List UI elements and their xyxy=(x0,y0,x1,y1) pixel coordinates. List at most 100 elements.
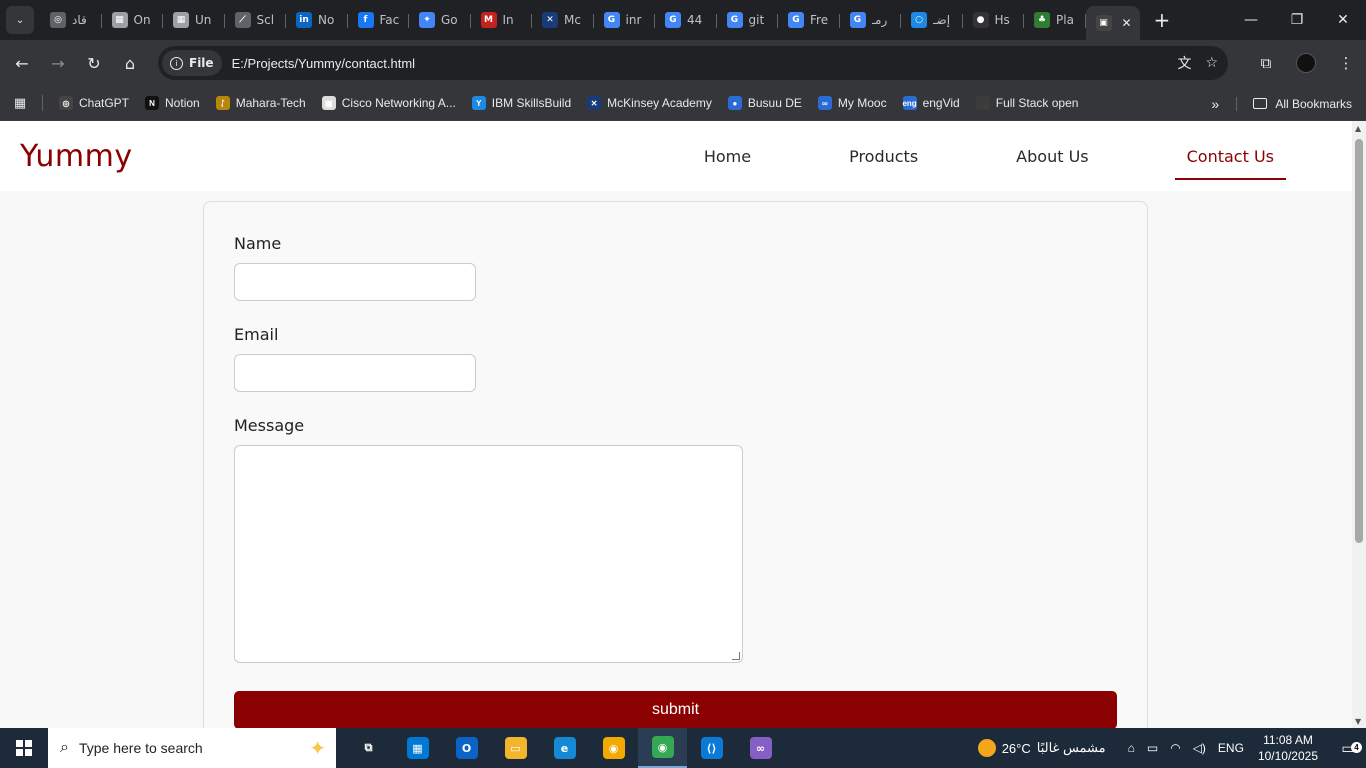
all-bookmarks-button[interactable]: All Bookmarks xyxy=(1236,96,1366,111)
translate-icon[interactable]: 文 xyxy=(1177,53,1191,73)
reload-button[interactable]: ↻ xyxy=(76,45,112,81)
tab-item[interactable]: ● Hs xyxy=(963,4,1025,36)
taskbar-app-vscode[interactable]: ⟨⟩ xyxy=(687,728,736,768)
forward-button[interactable]: → xyxy=(40,45,76,81)
notification-center-button[interactable]: ▭ 4 xyxy=(1330,740,1366,757)
start-button[interactable] xyxy=(0,728,48,768)
taskbar-app-chrome[interactable]: ◉ xyxy=(638,728,687,768)
copilot-sparkle-icon[interactable]: ✦ xyxy=(309,736,326,761)
bookmark-item[interactable]: ◎ ChatGPT xyxy=(51,96,137,110)
home-button[interactable]: ⌂ xyxy=(112,45,148,81)
clock[interactable]: 11:08 AM 10/10/2025 xyxy=(1258,732,1318,764)
close-window-button[interactable]: ✕ xyxy=(1320,0,1366,40)
minimize-button[interactable]: — xyxy=(1228,0,1274,40)
clock-date: 10/10/2025 xyxy=(1257,749,1318,763)
bookmark-item[interactable]: ✕ McKinsey Academy xyxy=(579,96,720,110)
site-info-chip[interactable]: i File xyxy=(162,50,222,76)
tab-item[interactable]: in No xyxy=(286,4,348,36)
taskbar-app-microsoft-store[interactable]: ▦ xyxy=(393,728,442,768)
email-input[interactable] xyxy=(234,354,476,392)
tab-item[interactable]: G رمـ xyxy=(840,4,902,36)
browser-menu-icon[interactable]: ⋮ xyxy=(1326,54,1366,72)
resize-grip-icon[interactable] xyxy=(732,652,740,660)
page-scrollbar[interactable]: ▲ ▼ xyxy=(1352,121,1366,728)
tab-item[interactable]: ⟋ Scl xyxy=(225,4,287,36)
apps-grid-icon[interactable]: ▦ xyxy=(0,96,40,111)
tab-search-button[interactable]: ⌄ xyxy=(6,6,34,34)
close-tab-icon[interactable]: ✕ xyxy=(1122,16,1132,30)
tab-item[interactable]: Ginr xyxy=(594,4,656,36)
taskbar-apps: ⧉ ▦ O ▭ e ◉ ◉ ⟨⟩ ∞ xyxy=(344,728,785,768)
bookmark-item[interactable]: N Notion xyxy=(137,96,208,110)
scroll-down-icon[interactable]: ▼ xyxy=(1355,717,1361,726)
tab-item[interactable]: ▦ On xyxy=(102,4,164,36)
maximize-button[interactable]: ❐ xyxy=(1274,0,1320,40)
taskbar-app-edge[interactable]: e xyxy=(540,728,589,768)
profile-avatar[interactable] xyxy=(1296,53,1316,73)
tab-item[interactable]: Ggit xyxy=(717,4,779,36)
bookmark-item[interactable]: ᛇ Mahara-Tech xyxy=(208,96,314,110)
nav-link-contact-us[interactable]: Contact Us xyxy=(1174,139,1287,180)
tab-item[interactable]: ○ إضـ xyxy=(901,4,963,36)
extensions-icon[interactable]: ⧉ xyxy=(1246,54,1286,72)
bookmark-item[interactable]: ∞ My Mooc xyxy=(810,96,895,110)
tab-favicon-icon: G xyxy=(603,12,620,28)
bookmark-item[interactable]: ▦ Cisco Networking A... xyxy=(314,96,464,110)
tab-favicon-icon: f xyxy=(357,12,374,28)
weather-widget[interactable]: 26°C مشمس غالبًا xyxy=(977,739,1106,757)
toolbar-right: ⧉ ⋮ xyxy=(1246,40,1366,86)
new-tab-button[interactable]: + xyxy=(1154,8,1171,32)
volume-icon[interactable]: ◁) xyxy=(1193,741,1206,755)
bookmark-item[interactable]: eng engVid xyxy=(895,96,968,110)
bookmark-item[interactable]: ● Busuu DE xyxy=(720,96,810,110)
taskbar-app-task-view[interactable]: ⧉ xyxy=(344,728,393,768)
tab-item[interactable]: ✕ Mc xyxy=(532,4,594,36)
url-text[interactable]: E:/Projects/Yummy/contact.html xyxy=(232,56,416,71)
bookmark-label: ChatGPT xyxy=(79,96,130,110)
nav-link-about-us[interactable]: About Us xyxy=(1004,139,1100,174)
vscode-icon: ⟨⟩ xyxy=(700,737,723,759)
tab-label: inr xyxy=(625,13,642,27)
tab-favicon-icon: G xyxy=(849,12,866,28)
taskbar-app-visual-studio[interactable]: ∞ xyxy=(736,728,785,768)
bookmark-item[interactable]: Y IBM SkillsBuild xyxy=(464,96,579,110)
taskbar-app-chrome-canary[interactable]: ◉ xyxy=(589,728,638,768)
tab-item[interactable]: ◎ قاد xyxy=(40,4,102,36)
tab-item[interactable]: M In xyxy=(471,4,533,36)
site-logo[interactable]: Yummy xyxy=(20,139,133,174)
bookmark-star-icon[interactable]: ☆ xyxy=(1205,55,1218,71)
tab-label: Fac xyxy=(379,13,400,27)
tab-favicon-icon: ⟋ xyxy=(234,12,251,28)
scrollbar-thumb[interactable] xyxy=(1355,139,1363,543)
tab-label: No xyxy=(318,13,335,27)
nav-link-products[interactable]: Products xyxy=(837,139,930,174)
all-bookmarks-label: All Bookmarks xyxy=(1275,96,1352,111)
message-textarea[interactable] xyxy=(234,445,743,663)
language-indicator[interactable]: ENG xyxy=(1218,741,1244,755)
address-bar[interactable]: i File E:/Projects/Yummy/contact.html 文 … xyxy=(158,46,1228,80)
battery-icon[interactable]: ▭ xyxy=(1147,741,1158,755)
tab-label: Scl xyxy=(256,13,275,27)
nav-link-home[interactable]: Home xyxy=(692,139,763,174)
wifi-icon[interactable]: ◠ xyxy=(1170,741,1180,755)
back-button[interactable]: ← xyxy=(4,45,40,81)
taskbar-app-file-explorer[interactable]: ▭ xyxy=(491,728,540,768)
tray-meet-icon[interactable]: ⌂ xyxy=(1128,741,1135,755)
tab-item[interactable]: G 44 xyxy=(655,4,717,36)
tab-item[interactable]: G Fre xyxy=(778,4,840,36)
tab-active[interactable]: ▣ ✕ xyxy=(1085,6,1140,40)
more-bookmarks-icon[interactable]: » xyxy=(1200,96,1230,112)
bookmark-favicon-icon: Y xyxy=(471,96,486,110)
taskbar-app-outlook[interactable]: O xyxy=(442,728,491,768)
tab-item[interactable]: f Fac xyxy=(348,4,410,36)
submit-button[interactable]: submit xyxy=(234,691,1117,728)
name-input[interactable] xyxy=(234,263,476,301)
tab-item[interactable]: ✦ Go xyxy=(409,4,471,36)
browser-toolbar: ← → ↻ ⌂ i File E:/Projects/Yummy/contact… xyxy=(0,40,1366,86)
tab-item[interactable]: ♣ Pla xyxy=(1024,4,1086,36)
bookmark-item[interactable]: Full Stack open xyxy=(968,96,1087,110)
bookmark-label: Notion xyxy=(165,96,200,110)
taskbar-search[interactable]: ⌕ Type here to search ✦ xyxy=(48,728,336,768)
scroll-up-icon[interactable]: ▲ xyxy=(1355,124,1361,133)
tab-item[interactable]: ▦ Un xyxy=(163,4,225,36)
